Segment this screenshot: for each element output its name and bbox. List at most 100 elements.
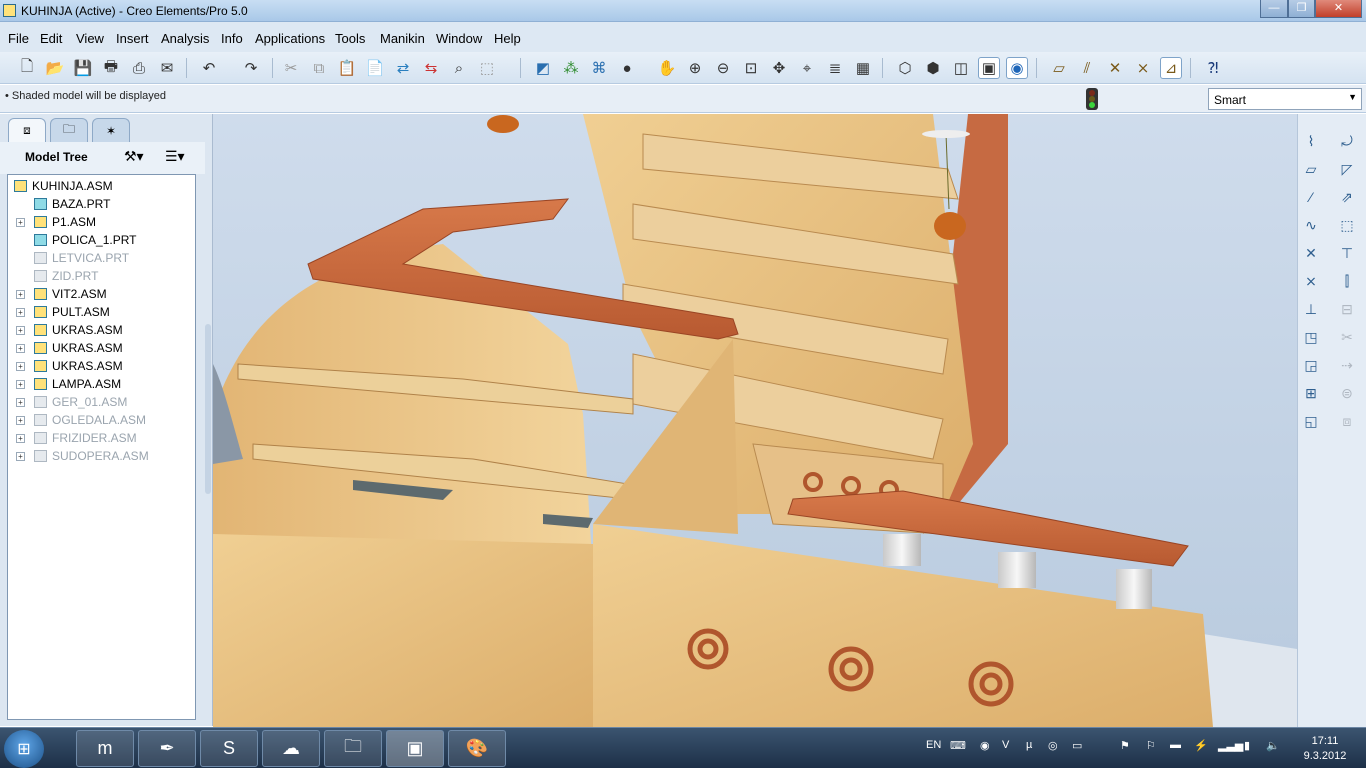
component-icon[interactable]: ◳ bbox=[1300, 326, 1322, 348]
datum-points-icon[interactable]: ✕ bbox=[1104, 57, 1126, 79]
menu-file[interactable]: File bbox=[8, 31, 29, 46]
volume-icon[interactable]: 🔈 bbox=[1266, 739, 1280, 752]
spin-center-icon[interactable]: ⁂ bbox=[560, 57, 582, 79]
expand-icon[interactable]: + bbox=[16, 326, 25, 335]
hole-icon[interactable]: ◱ bbox=[1300, 410, 1322, 432]
chamfer-icon[interactable]: ◸ bbox=[1336, 158, 1358, 180]
favorites-tab-icon[interactable]: ✶ bbox=[92, 118, 130, 142]
rib-icon[interactable]: ⊤ bbox=[1336, 242, 1358, 264]
menu-tools[interactable]: Tools bbox=[335, 31, 365, 46]
draft-icon[interactable]: ⇗ bbox=[1336, 186, 1358, 208]
trim-icon[interactable]: ✂ bbox=[1336, 326, 1358, 348]
keyboard-icon[interactable]: ⌨ bbox=[950, 739, 966, 752]
zoom-in-icon[interactable]: ⊕ bbox=[684, 57, 706, 79]
tree-item[interactable]: BAZA.PRT bbox=[8, 195, 195, 213]
selection-filter[interactable]: Smart ▼ bbox=[1208, 88, 1362, 110]
saved-orientations-icon[interactable]: ⌖ bbox=[796, 57, 818, 79]
shading-icon[interactable]: ▣ bbox=[978, 57, 1000, 79]
tree-item[interactable]: + VIT2.ASM bbox=[8, 285, 195, 303]
new-icon[interactable]: 🗋 bbox=[16, 57, 38, 79]
pen-icon[interactable]: ✒ bbox=[138, 730, 196, 767]
skype-icon[interactable]: S bbox=[200, 730, 258, 767]
expand-icon[interactable]: + bbox=[16, 416, 25, 425]
expand-icon[interactable]: + bbox=[16, 308, 25, 317]
print-icon[interactable]: 🖶 bbox=[100, 57, 122, 79]
expand-icon[interactable]: + bbox=[16, 362, 25, 371]
shell-icon[interactable]: ⬚ bbox=[1336, 214, 1358, 236]
undo-icon[interactable]: ↶ bbox=[198, 57, 220, 79]
mirror-icon[interactable]: ⫿ bbox=[1336, 270, 1358, 292]
annotations-icon[interactable]: ⊿ bbox=[1160, 57, 1182, 79]
graphics-window[interactable] bbox=[213, 114, 1297, 727]
norton-icon[interactable]: ◉ bbox=[980, 739, 990, 752]
minimize-icon[interactable]: — bbox=[1260, 0, 1288, 18]
expand-icon[interactable]: + bbox=[16, 452, 25, 461]
tree-item[interactable]: + UKRAS.ASM bbox=[8, 357, 195, 375]
find-icon[interactable]: ⌕ bbox=[448, 57, 470, 79]
creo-icon[interactable]: ▣ bbox=[386, 730, 444, 767]
analysis-icon[interactable]: ⊥ bbox=[1300, 298, 1322, 320]
menu-help[interactable]: Help bbox=[494, 31, 521, 46]
menu-applications[interactable]: Applications bbox=[255, 31, 325, 46]
maxthon-icon[interactable]: m bbox=[76, 730, 134, 767]
tree-item[interactable]: KUHINJA.ASM bbox=[8, 177, 195, 195]
coordinate-systems-icon[interactable]: ⨯ bbox=[1132, 57, 1154, 79]
paint-icon[interactable]: 🎨 bbox=[448, 730, 506, 767]
regen-manager-icon[interactable]: ⇆ bbox=[420, 57, 442, 79]
utorrent-icon[interactable]: µ bbox=[1026, 739, 1032, 751]
offset-icon[interactable]: ⊜ bbox=[1336, 382, 1358, 404]
reorient-icon[interactable]: ✥ bbox=[768, 57, 790, 79]
vo-icon[interactable]: V bbox=[1002, 739, 1009, 751]
package-icon[interactable]: ⊞ bbox=[1300, 382, 1322, 404]
tree-item[interactable]: + SUDOPERA.ASM bbox=[8, 447, 195, 465]
repeat-icon[interactable]: ◲ bbox=[1300, 354, 1322, 376]
datum-planes-icon[interactable]: ▱ bbox=[1048, 57, 1070, 79]
settings-icon[interactable]: ⚒▾ bbox=[124, 148, 144, 165]
battery-icon[interactable]: ▮ bbox=[1244, 739, 1250, 752]
signal-icon[interactable]: ▂▃▅ bbox=[1218, 739, 1243, 752]
expand-icon[interactable]: + bbox=[16, 434, 25, 443]
wireframe-icon[interactable]: ⬡ bbox=[894, 57, 916, 79]
open-icon[interactable]: 📂 bbox=[44, 57, 66, 79]
menu-analysis[interactable]: Analysis bbox=[161, 31, 209, 46]
paste-special-icon[interactable]: 📄 bbox=[364, 57, 386, 79]
expand-icon[interactable]: + bbox=[16, 398, 25, 407]
curve-icon[interactable]: ∿ bbox=[1300, 214, 1322, 236]
green-app-icon[interactable]: ◎ bbox=[1048, 739, 1058, 752]
expand-icon[interactable]: + bbox=[16, 380, 25, 389]
tree-item[interactable]: + GER_01.ASM bbox=[8, 393, 195, 411]
hidden-line-icon[interactable]: ⬢ bbox=[922, 57, 944, 79]
merge-icon[interactable]: ⊟ bbox=[1336, 298, 1358, 320]
clock[interactable]: 17:11 9.3.2012 bbox=[1300, 734, 1350, 764]
folder-browser-tab-icon[interactable]: 🗀 bbox=[50, 118, 88, 142]
model-tree-tab-icon[interactable]: ⧈ bbox=[8, 118, 46, 142]
tree-item[interactable]: + UKRAS.ASM bbox=[8, 321, 195, 339]
close-icon[interactable]: ✕ bbox=[1315, 0, 1362, 18]
pan-icon[interactable]: ✋ bbox=[656, 57, 678, 79]
appearance-icon[interactable]: ● bbox=[616, 57, 638, 79]
show-icon[interactable]: ☰▾ bbox=[165, 148, 185, 165]
saved-views-icon[interactable]: ⌘ bbox=[588, 57, 610, 79]
power-icon[interactable]: ⚡ bbox=[1194, 739, 1208, 752]
maximize-icon[interactable]: ❐ bbox=[1288, 0, 1315, 18]
tree-item[interactable]: + UKRAS.ASM bbox=[8, 339, 195, 357]
menu-window[interactable]: Window bbox=[436, 31, 482, 46]
menu-info[interactable]: Info bbox=[221, 31, 243, 46]
language-indicator[interactable]: EN bbox=[926, 739, 941, 751]
plane-icon[interactable]: ▱ bbox=[1300, 158, 1322, 180]
splitter-handle[interactable] bbox=[205, 324, 211, 494]
display-icon[interactable]: ▬ bbox=[1170, 739, 1181, 751]
tree-item[interactable]: + LAMPA.ASM bbox=[8, 375, 195, 393]
refit-icon[interactable]: ⊡ bbox=[740, 57, 762, 79]
menu-view[interactable]: View bbox=[76, 31, 104, 46]
menu-manikin[interactable]: Manikin bbox=[380, 31, 425, 46]
csys-icon[interactable]: ⨯ bbox=[1300, 270, 1322, 292]
flag-icon[interactable]: ⚐ bbox=[1146, 739, 1156, 752]
tree-item[interactable]: + P1.ASM bbox=[8, 213, 195, 231]
tree-item[interactable]: ZID.PRT bbox=[8, 267, 195, 285]
select-box-icon[interactable]: ⬚ bbox=[476, 57, 498, 79]
action-center-icon[interactable]: ⚑ bbox=[1120, 739, 1130, 752]
save-icon[interactable]: 💾 bbox=[72, 57, 94, 79]
sketch-icon[interactable]: ⌇ bbox=[1300, 130, 1322, 152]
copy-icon[interactable]: ⧉ bbox=[308, 57, 330, 79]
